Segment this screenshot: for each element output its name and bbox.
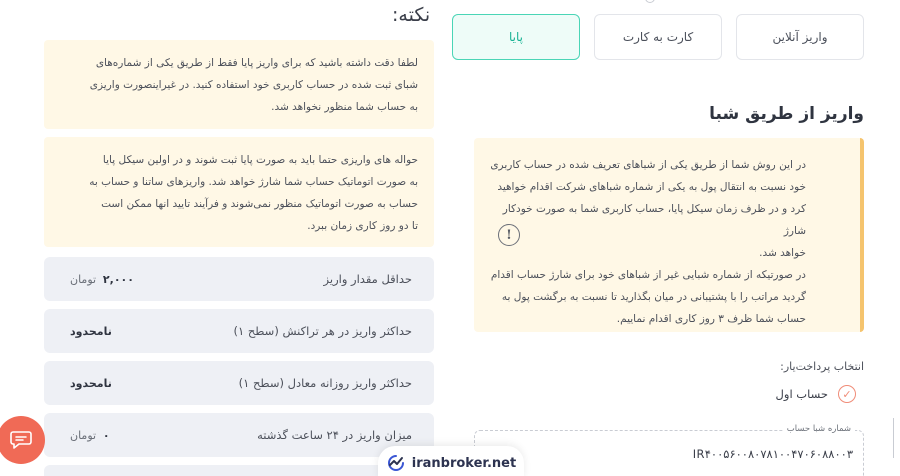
warning-line: گردید مراتب را با پشتیبانی در میان بگذار… bbox=[501, 291, 806, 303]
deposit-method-tabs: واریز آنلاین کارت به کارت پایا bbox=[452, 14, 864, 60]
top-radio-peek bbox=[645, 0, 765, 4]
note-box-sheba: لطفا دقت داشته باشید که برای واریز پایا … bbox=[44, 40, 434, 129]
warning-line: کرد و در ظرف زمان سیکل پایا، حساب کاربری… bbox=[502, 203, 806, 237]
check-circle-icon: ✓ bbox=[838, 385, 856, 403]
limit-amount: ۰ bbox=[102, 428, 110, 442]
limit-unit: تومان bbox=[70, 272, 97, 286]
limit-label: حداقل مقدار واریز bbox=[323, 272, 412, 286]
sheba-warning-box: در این روش شما از طریق یکی از شباهای تعر… bbox=[474, 138, 864, 332]
note-line: تا دو روز کاری زمان ببرد. bbox=[307, 220, 418, 232]
brand-logo-icon bbox=[387, 455, 404, 471]
account-option-label: حساب اول bbox=[775, 387, 828, 401]
limit-label: میزان واریز در ۲۴ ساعت گذشته bbox=[257, 428, 412, 442]
tab-paya[interactable]: پایا bbox=[452, 14, 580, 60]
warning-icon: ! bbox=[498, 224, 520, 246]
chat-bubble-icon bbox=[10, 431, 32, 449]
brand-watermark: iranbroker.net bbox=[378, 446, 524, 476]
edge-stub bbox=[893, 418, 899, 458]
limit-row-min-deposit: حداقل مقدار واریز ۲,۰۰۰ تومان bbox=[44, 257, 434, 301]
note-line: حساب به صورت اتوماتیک منظور نمی‌شوند و ف… bbox=[101, 198, 418, 210]
limit-value: ۰ تومان bbox=[70, 429, 110, 442]
account-option-first[interactable]: ✓ حساب اول bbox=[776, 385, 856, 403]
warning-line: خواهد شد. bbox=[759, 247, 806, 259]
note-line: لطفا دقت داشته باشید که برای واریز پایا … bbox=[95, 57, 418, 69]
limit-amount: ۲,۰۰۰ bbox=[102, 272, 134, 286]
sheba-caption: شماره شبا حساب bbox=[782, 424, 855, 434]
warning-line: در این روش شما از طریق یکی از شباهای تعر… bbox=[490, 159, 806, 171]
payment-select-label: انتخاب پرداخت‌یار: bbox=[780, 360, 864, 373]
limit-row-max-per-transaction: حداکثر واریز در هر تراکنش (سطح ۱) نامحدو… bbox=[44, 309, 434, 353]
radio-circle-icon bbox=[645, 0, 655, 3]
note-line: شبای ثبت شده در حساب کاربری خود استفاده … bbox=[89, 79, 418, 91]
note-line: حواله های واریزی حتما باید به صورت پایا … bbox=[102, 154, 418, 166]
tab-card-to-card[interactable]: کارت به کارت bbox=[594, 14, 722, 60]
chat-button[interactable] bbox=[0, 416, 45, 464]
note-line: به صورت اتوماتیک حساب شما شارژ خواهد شد.… bbox=[89, 176, 418, 188]
limit-value: نامحدود bbox=[70, 376, 112, 390]
warning-line: در صورتیکه از شماره شبایی غیر از شباهای … bbox=[490, 269, 806, 281]
brand-text: iranbroker.net bbox=[411, 455, 517, 471]
limit-row-last-24h: میزان واریز در ۲۴ ساعت گذشته ۰ تومان bbox=[44, 413, 434, 457]
sheba-value: IR۴۰۰۵۶۰۰۸۰۷۸۱۰۰۴۷۰۶۰۸۸۰۰۳ bbox=[692, 447, 853, 461]
limit-label: حداکثر واریز در هر تراکنش (سطح ۱) bbox=[233, 324, 412, 338]
limit-label: حداکثر واریز روزانه معادل (سطح ۱) bbox=[238, 376, 412, 390]
limit-value: نامحدود bbox=[70, 324, 112, 338]
limit-value: ۲,۰۰۰ تومان bbox=[70, 273, 134, 286]
note-line: به حساب شما منظور نخواهد شد. bbox=[271, 101, 418, 113]
sheba-number-field[interactable]: شماره شبا حساب IR۴۰۰۵۶۰۰۸۰۷۸۱۰۰۴۷۰۶۰۸۸۰۰… bbox=[474, 424, 864, 476]
limit-row-cutoff bbox=[44, 465, 434, 476]
limit-unit: تومان bbox=[70, 428, 97, 442]
tab-online-deposit[interactable]: واریز آنلاین bbox=[736, 14, 864, 60]
warning-line: حساب شما ظرف ۳ روز کاری اقدام نماییم. bbox=[616, 313, 806, 325]
note-title: نکته: bbox=[392, 4, 431, 26]
note-box-paya: حواله های واریزی حتما باید به صورت پایا … bbox=[44, 137, 434, 247]
warning-line: خود نسبت به انتقال پول به یکی از شماره ش… bbox=[497, 181, 806, 193]
limit-row-max-daily: حداکثر واریز روزانه معادل (سطح ۱) نامحدو… bbox=[44, 361, 434, 405]
section-title: واریز از طریق شبا bbox=[709, 104, 864, 124]
